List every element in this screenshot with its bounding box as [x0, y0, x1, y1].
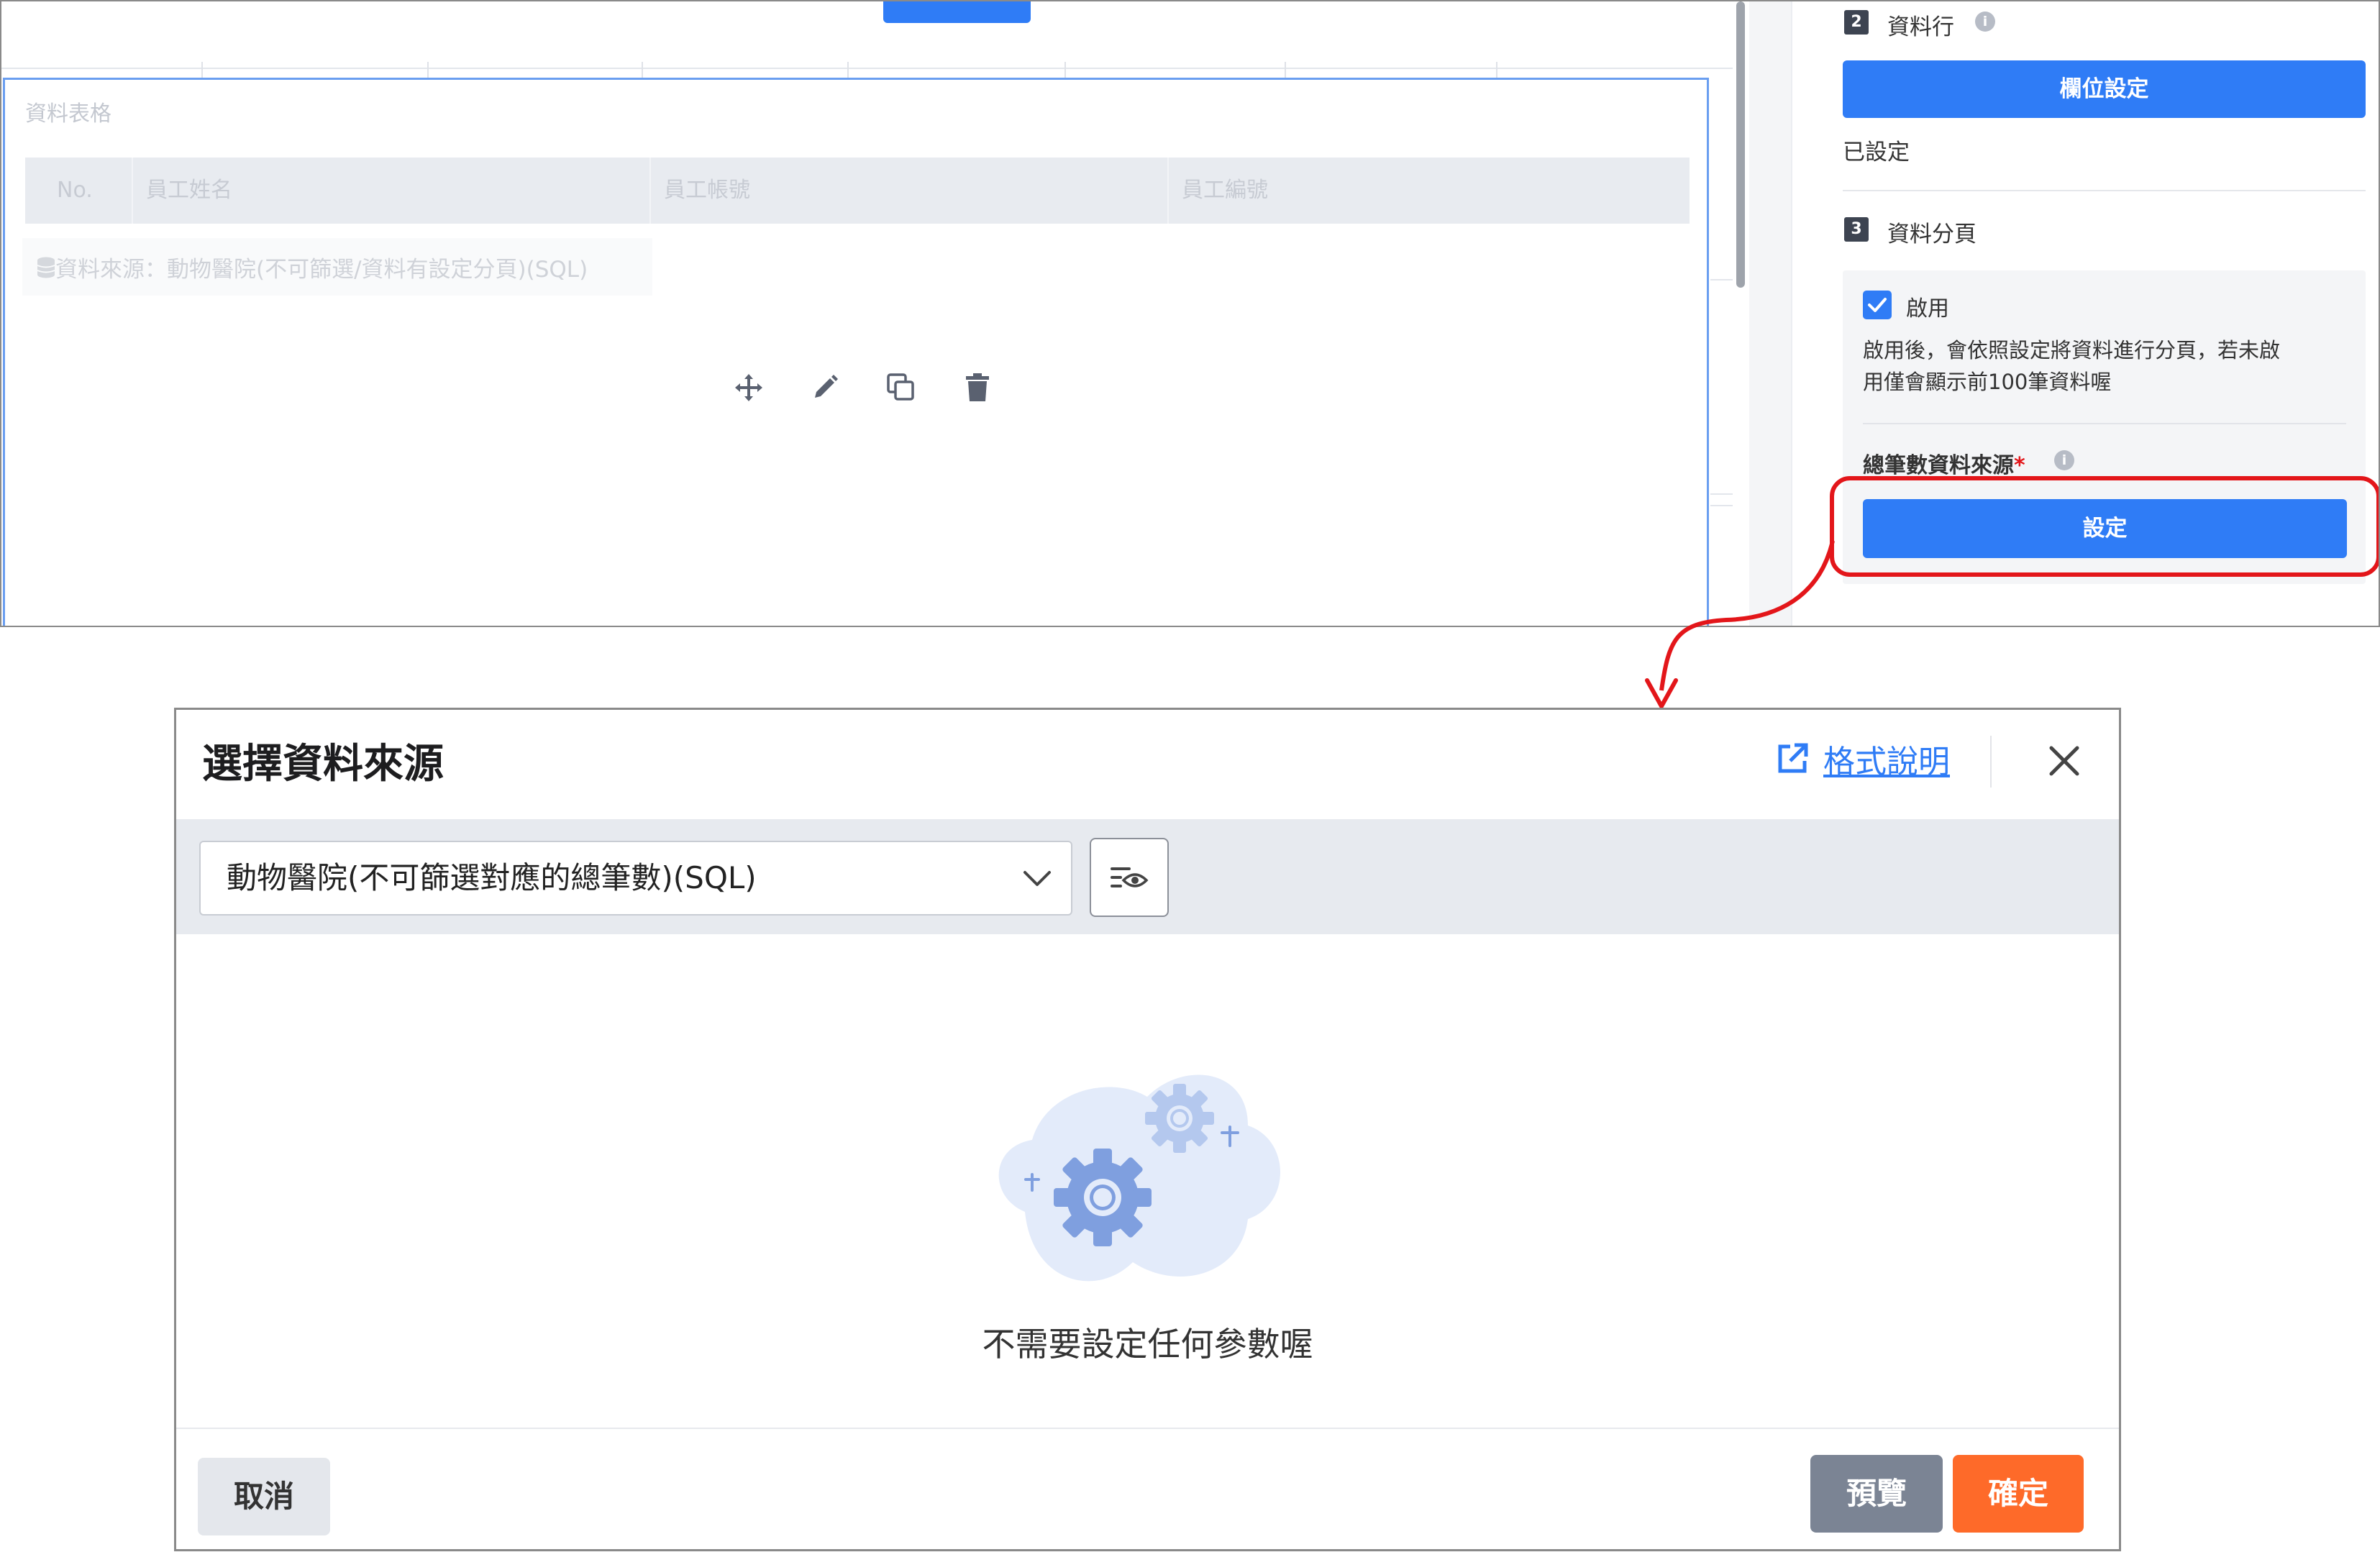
empty-parameters-message: 不需要設定任何參數喔	[982, 1325, 1313, 1364]
dialog-title: 選擇資料來源	[202, 741, 444, 788]
gears-illustration-icon	[998, 1074, 1280, 1282]
close-icon	[2049, 746, 2079, 776]
confirm-button[interactable]: 確定	[1953, 1455, 2084, 1533]
close-button[interactable]	[2039, 736, 2089, 786]
format-help-text: 格式說明	[1823, 744, 1950, 780]
chevron-down-icon	[1023, 871, 1051, 886]
view-source-button[interactable]	[1090, 838, 1169, 917]
list-eye-icon	[1111, 867, 1149, 887]
callout-arrow	[1645, 540, 1835, 708]
external-link-icon	[1778, 743, 1808, 773]
format-help-link[interactable]: 格式說明	[1774, 736, 1950, 782]
selected-source: 動物醫院(不可篩選對應的總筆數)(SQL)	[227, 860, 757, 895]
preview-button[interactable]: 預覽	[1810, 1455, 1943, 1533]
title-separator	[1990, 736, 1992, 788]
data-source-select[interactable]: 動物醫院(不可篩選對應的總筆數)(SQL)	[199, 841, 1072, 916]
footer-divider	[176, 1428, 2119, 1429]
cancel-button[interactable]: 取消	[198, 1458, 330, 1535]
select-data-source-dialog: 選擇資料來源 格式說明 動物醫院(不可篩選對應的總筆數)(SQL) 不需要設定任…	[174, 708, 2121, 1551]
